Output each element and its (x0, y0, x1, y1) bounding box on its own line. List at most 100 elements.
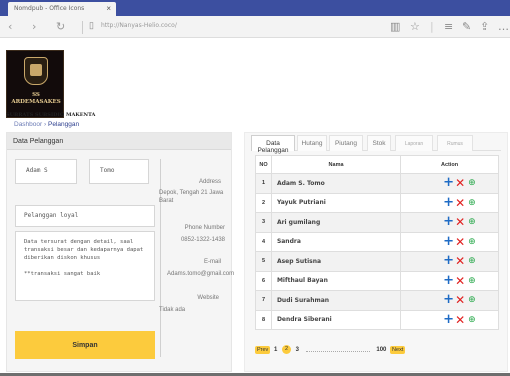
notes-textarea[interactable]: Data tersurat dengan detail, saal transa… (15, 231, 155, 301)
browser-address-bar: ‹ › ↻ ▯ http://Nanyas-Helio.coco/ ▥ ☆ | … (0, 16, 510, 38)
table-row[interactable]: 5 Asep Sutisna +✕ ⊕ (255, 251, 499, 272)
reading-view-icon[interactable]: ▥ (390, 20, 400, 33)
row-actions: +✕ ⊕ (400, 212, 499, 233)
page-icon: ▯ (89, 20, 94, 30)
back-arrow-icon[interactable]: ‹ (8, 20, 12, 33)
tab-laporan[interactable]: Laporan (395, 135, 433, 151)
table-row[interactable]: 6 Mifthaul Bayan +✕ ⊕ (255, 270, 499, 291)
save-button[interactable]: Simpan (15, 331, 155, 359)
last-name-field[interactable]: Tomo (89, 159, 149, 184)
row-number: 8 (255, 309, 272, 330)
customer-name: Adam S. Tomo (270, 173, 402, 194)
delete-icon[interactable]: ✕ (455, 216, 468, 228)
add-icon[interactable]: + (443, 196, 455, 209)
delete-icon[interactable]: ✕ (455, 275, 468, 287)
add-icon[interactable]: + (443, 313, 455, 326)
toolbar-divider: | (430, 20, 434, 33)
table-row[interactable]: 8 Dendra Siberani +✕ ⊕ (255, 309, 499, 330)
notes-icon[interactable]: ✎ (462, 20, 471, 33)
url-text[interactable]: http://Nanyas-Helio.coco/ (101, 22, 177, 29)
customer-name: Ari gumilang (270, 212, 402, 233)
add-icon[interactable]: + (443, 274, 455, 287)
prev-page-button[interactable]: Prev (255, 345, 271, 354)
customer-name: Dudi Surahman (270, 290, 402, 311)
more-icon[interactable]: … (498, 20, 509, 33)
first-name-field[interactable]: Adam S (15, 159, 77, 184)
row-actions: +✕ ⊕ (400, 231, 499, 252)
favorite-star-icon[interactable]: ☆ (410, 20, 420, 33)
address-label: Address (198, 179, 221, 185)
customer-type-field[interactable]: Pelanggan loyal (15, 205, 155, 227)
hub-icon[interactable]: ≡ (444, 20, 453, 33)
customer-form-panel: Data Pelanggan Adam S Tomo Pelanggan loy… (6, 132, 235, 372)
add-icon[interactable]: + (443, 215, 455, 228)
refresh-icon[interactable]: ↻ (56, 20, 65, 33)
email-value: Adams.tomo@gmail.com (167, 271, 235, 277)
next-page-button[interactable]: Next (390, 345, 406, 354)
page-2-link[interactable]: 2 (282, 345, 291, 354)
table-row[interactable]: 4 Sandra +✕ ⊕ (255, 231, 499, 252)
delete-icon[interactable]: ✕ (455, 294, 468, 306)
tab-bar: Data Pelanggan Hutang Piutang Stok Lapor… (251, 135, 501, 154)
page-1-link[interactable]: 1 (274, 347, 277, 353)
tab-hutang[interactable]: Hutang (297, 135, 327, 151)
company-tagline: SUBRATS SUBSIDIO MAKENTA (6, 112, 96, 118)
tab-stok[interactable]: Stok (367, 135, 391, 151)
breadcrumb-home[interactable]: Dashboor (14, 121, 42, 128)
column-header-name: Nama (270, 155, 402, 174)
browser-tab-bar: Nomdpub - Office Icons × (0, 0, 510, 16)
tab-piutang[interactable]: Piutang (329, 135, 363, 151)
forward-arrow-icon[interactable]: › (32, 20, 36, 33)
row-number: 3 (255, 212, 272, 233)
add-icon[interactable]: + (443, 235, 455, 248)
customer-name: Dendra Siberani (270, 309, 402, 330)
table-row[interactable]: 3 Ari gumilang +✕ ⊕ (255, 212, 499, 233)
delete-icon[interactable]: ✕ (455, 197, 468, 209)
delete-icon[interactable]: ✕ (455, 236, 468, 248)
zoom-view-icon[interactable]: ⊕ (468, 236, 478, 248)
logo-text: SS ARDEMASAKES (11, 92, 61, 105)
delete-icon[interactable]: ✕ (455, 314, 468, 326)
row-number: 1 (255, 173, 272, 194)
notes-line-1: Data tersurat dengan detail, saal transa… (24, 239, 144, 261)
pagination-ellipsis (305, 348, 370, 352)
customer-name: Sandra (270, 231, 402, 252)
address-value: Depok, Tengah 21 Jawa Barat (159, 190, 224, 204)
breadcrumb: Dashboor › Pelanggan (14, 121, 79, 128)
delete-icon[interactable]: ✕ (455, 255, 468, 267)
customer-table: NO Nama Action 1 Adam S. Tomo +✕ ⊕ 2 Yayuk Pu… (255, 155, 499, 330)
zoom-view-icon[interactable]: ⊕ (468, 216, 478, 228)
zoom-view-icon[interactable]: ⊕ (468, 314, 478, 326)
share-icon[interactable]: ⇪ (480, 20, 489, 33)
zoom-view-icon[interactable]: ⊕ (468, 197, 478, 209)
url-field[interactable]: ▯ http://Nanyas-Helio.coco/ (82, 20, 382, 34)
row-number: 4 (255, 231, 272, 252)
page-3-link[interactable]: 3 (296, 347, 299, 353)
browser-tab-title: Nomdpub - Office Icons (14, 5, 85, 12)
table-row[interactable]: 7 Dudi Surahman +✕ ⊕ (255, 290, 499, 311)
form-title: Data Pelanggan (7, 133, 231, 150)
tab-rumus[interactable]: Rumus (437, 135, 473, 151)
customer-name: Asep Sutisna (270, 251, 402, 272)
table-body: 1 Adam S. Tomo +✕ ⊕ 2 Yayuk Putriani +✕ ⊕ 3 Ari g… (255, 173, 499, 330)
row-actions: +✕ ⊕ (400, 290, 499, 311)
crest-icon (24, 57, 48, 85)
delete-icon[interactable]: ✕ (455, 177, 468, 189)
row-actions: +✕ ⊕ (400, 173, 499, 194)
table-header-row: NO Nama Action (255, 155, 499, 174)
row-number: 5 (255, 251, 272, 272)
add-icon[interactable]: + (443, 254, 455, 267)
add-icon[interactable]: + (443, 293, 455, 306)
zoom-view-icon[interactable]: ⊕ (468, 177, 478, 189)
customer-list-panel: Data Pelanggan Hutang Piutang Stok Lapor… (244, 132, 508, 372)
tab-data-pelanggan[interactable]: Data Pelanggan (251, 135, 295, 154)
zoom-view-icon[interactable]: ⊕ (468, 294, 478, 306)
page-last-link[interactable]: 100 (376, 347, 386, 353)
table-row[interactable]: 1 Adam S. Tomo +✕ ⊕ (255, 173, 499, 194)
zoom-view-icon[interactable]: ⊕ (468, 255, 478, 267)
browser-tab[interactable]: Nomdpub - Office Icons × (8, 2, 116, 16)
table-row[interactable]: 2 Yayuk Putriani +✕ ⊕ (255, 192, 499, 213)
close-tab-icon[interactable]: × (106, 4, 111, 13)
zoom-view-icon[interactable]: ⊕ (468, 275, 478, 287)
add-icon[interactable]: + (443, 176, 455, 189)
